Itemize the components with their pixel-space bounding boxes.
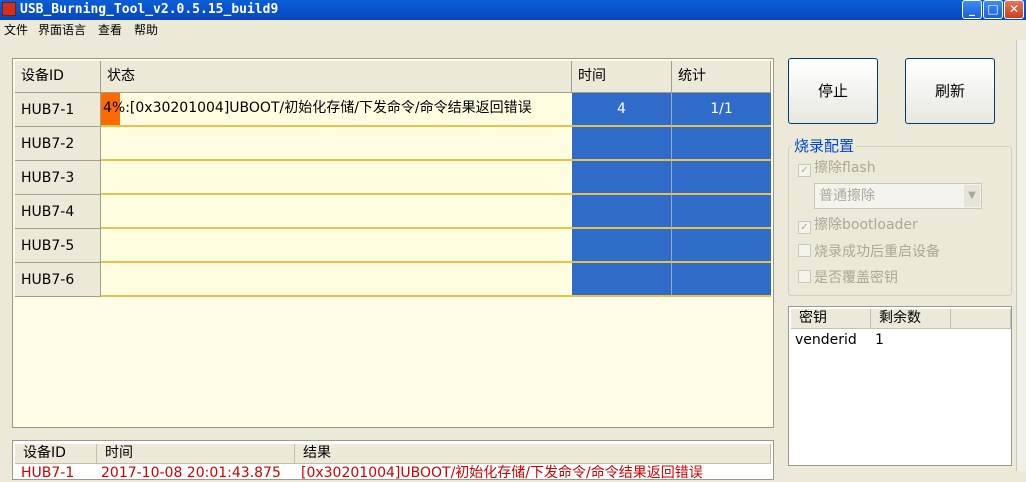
log-header-result[interactable]: 结果 — [295, 444, 771, 464]
status-cell — [101, 229, 572, 263]
stat-cell — [672, 127, 771, 161]
menu-bar: 文件 界面语言 查看 帮助 — [0, 20, 1026, 40]
menu-help[interactable]: 帮助 — [134, 22, 158, 38]
stat-cell — [672, 195, 771, 229]
log-table: 设备ID 时间 结果 HUB7-1 2017-10-08 20:01:43.87… — [12, 440, 774, 481]
key-name-cell[interactable]: venderid — [795, 331, 857, 349]
status-text: 4%:[0x30201004]UBOOT/初始化存储/下发命令/命令结果返回错误 — [103, 100, 532, 116]
log-header-time[interactable]: 时间 — [97, 444, 295, 464]
device-table-header: 设备ID 状态 时间 统计 — [15, 61, 771, 93]
table-row[interactable]: HUB7-2 — [15, 127, 771, 161]
table-row[interactable]: HUB7-3 — [15, 161, 771, 195]
device-table: 设备ID 状态 时间 统计 HUB7-1 4%:[0x30201004]UBOO… — [12, 58, 774, 428]
time-cell — [572, 263, 672, 297]
status-cell — [101, 195, 572, 229]
time-cell — [572, 195, 672, 229]
log-device-id-cell: HUB7-1 — [21, 465, 75, 481]
status-cell: 4%:[0x30201004]UBOOT/初始化存储/下发命令/命令结果返回错误 — [101, 93, 572, 127]
checkbox-unchecked-icon — [798, 244, 811, 257]
time-cell — [572, 229, 672, 263]
stat-cell — [672, 263, 771, 297]
table-row[interactable]: HUB7-5 — [15, 229, 771, 263]
device-id-cell: HUB7-5 — [15, 229, 101, 263]
menu-view[interactable]: 查看 — [98, 22, 122, 38]
column-header-device-id[interactable]: 设备ID — [15, 61, 101, 93]
window-title: USB_Burning_Tool_v2.0.5.15_build9 — [20, 2, 279, 17]
erase-mode-value: 普通擦除 — [819, 188, 875, 204]
maximize-button[interactable]: □ — [983, 0, 1003, 19]
overwrite-key-label: 是否覆盖密钥 — [814, 270, 898, 286]
column-header-remaining[interactable]: 剩余数 — [871, 309, 951, 329]
device-id-cell: HUB7-4 — [15, 195, 101, 229]
erase-flash-label: 擦除flash — [814, 160, 876, 176]
time-cell: 4 — [572, 93, 672, 127]
stop-button[interactable]: 停止 — [788, 58, 878, 124]
erase-bootloader-checkbox[interactable]: ✓ 擦除bootloader — [798, 216, 918, 234]
menu-file[interactable]: 文件 — [4, 22, 28, 38]
column-header-time[interactable]: 时间 — [572, 61, 672, 93]
close-button[interactable]: ✕ — [1004, 0, 1024, 19]
log-time-cell: 2017-10-08 20:01:43.875 — [101, 465, 281, 481]
status-cell — [101, 127, 572, 161]
burn-config-title: 烧录配置 — [792, 137, 857, 155]
stat-cell — [672, 229, 771, 263]
erase-mode-select[interactable]: 普通擦除 ▼ — [814, 183, 982, 209]
title-bar: USB_Burning_Tool_v2.0.5.15_build9 _ □ ✕ — [0, 0, 1026, 20]
table-row[interactable]: HUB7-6 — [15, 263, 771, 297]
column-header-status[interactable]: 状态 — [101, 61, 572, 93]
device-id-cell: HUB7-1 — [15, 93, 101, 127]
menu-language[interactable]: 界面语言 — [38, 22, 86, 38]
device-id-cell: HUB7-3 — [15, 161, 101, 195]
minimize-button[interactable]: _ — [962, 0, 982, 19]
status-cell — [101, 263, 572, 297]
log-result-cell: [0x30201004]UBOOT/初始化存储/下发命令/命令结果返回错误 — [301, 465, 703, 481]
overwrite-key-checkbox[interactable]: 是否覆盖密钥 — [798, 269, 898, 287]
status-cell — [101, 161, 572, 195]
stat-cell — [672, 161, 771, 195]
refresh-button[interactable]: 刷新 — [905, 58, 995, 124]
key-remaining-cell: 1 — [875, 332, 884, 348]
checkbox-unchecked-icon — [798, 270, 811, 283]
key-table: 密钥 剩余数 venderid 1 — [788, 306, 1012, 466]
erase-flash-checkbox[interactable]: ✓ 擦除flash — [798, 159, 876, 177]
time-cell — [572, 161, 672, 195]
chevron-down-icon: ▼ — [964, 185, 980, 207]
device-id-cell: HUB7-2 — [15, 127, 101, 161]
stat-cell: 1/1 — [672, 93, 771, 127]
table-row[interactable]: HUB7-1 4%:[0x30201004]UBOOT/初始化存储/下发命令/命… — [15, 93, 771, 127]
device-id-cell: HUB7-6 — [15, 263, 101, 297]
column-header-key[interactable]: 密钥 — [791, 309, 871, 329]
checkbox-checked-icon: ✓ — [798, 164, 811, 177]
column-header-stat[interactable]: 统计 — [672, 61, 771, 93]
checkbox-checked-icon: ✓ — [798, 221, 811, 234]
time-cell — [572, 127, 672, 161]
reboot-after-label: 烧录成功后重启设备 — [814, 244, 940, 260]
erase-bootloader-label: 擦除bootloader — [814, 217, 918, 233]
app-icon — [2, 2, 16, 16]
window-edge-scrollbar — [1016, 40, 1026, 471]
table-row[interactable]: HUB7-4 — [15, 195, 771, 229]
log-header-device-id[interactable]: 设备ID — [15, 444, 97, 464]
column-header-empty — [951, 309, 1011, 329]
reboot-after-checkbox[interactable]: 烧录成功后重启设备 — [798, 243, 940, 261]
